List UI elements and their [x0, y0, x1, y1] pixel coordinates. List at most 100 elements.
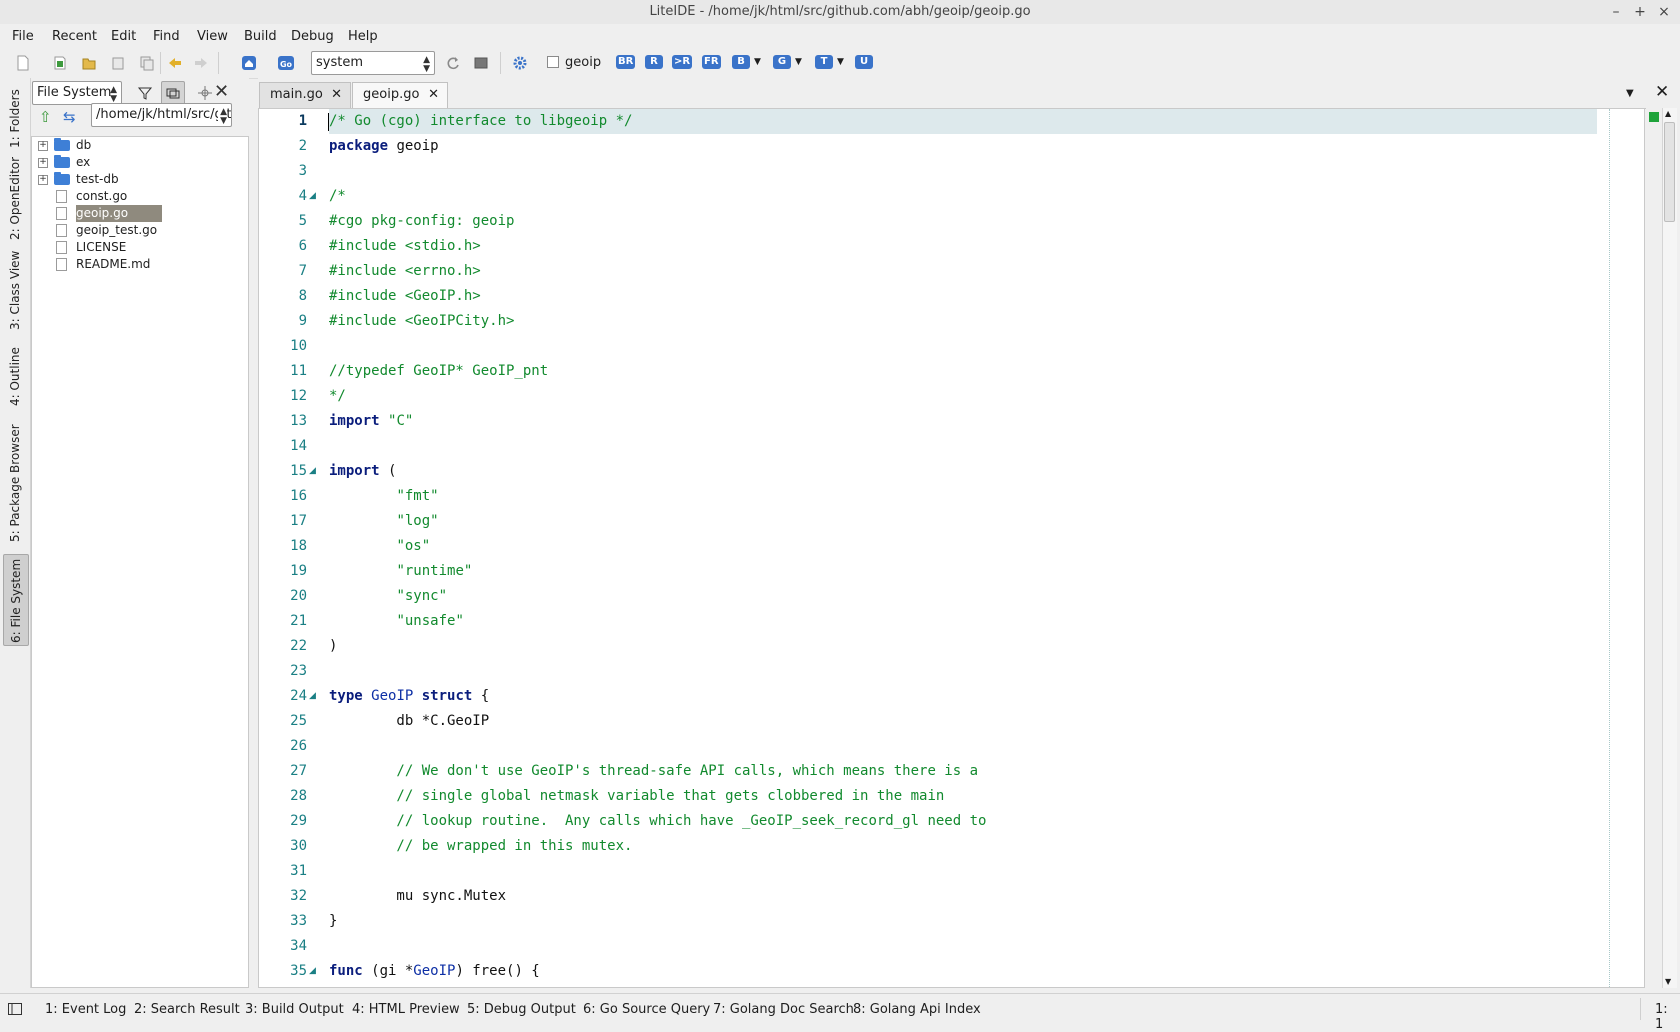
edit-env-icon[interactable] [472, 54, 490, 72]
code-line[interactable]: #include <GeoIPCity.h> [329, 309, 514, 334]
home-icon[interactable] [240, 54, 258, 72]
code-line[interactable]: // lookup routine. Any calls which have … [329, 809, 986, 834]
close-tab-icon[interactable]: ✕ [428, 83, 439, 107]
gear-icon[interactable] [511, 54, 529, 72]
change-dir-icon[interactable]: ⇆ [63, 108, 76, 126]
run-term-button[interactable]: >R [672, 55, 693, 69]
menu-help[interactable]: Help [348, 29, 378, 44]
code-line[interactable]: //typedef GeoIP* GeoIP_pnt [329, 359, 548, 384]
tree-item[interactable]: + test-db [32, 171, 250, 188]
menu-debug[interactable]: Debug [291, 29, 334, 44]
expand-icon[interactable]: + [38, 158, 48, 168]
tab-file-system[interactable]: 6: File System [3, 554, 29, 646]
tree-item[interactable]: README.md [32, 256, 250, 273]
get-dropdown-icon[interactable]: ▼ [795, 57, 802, 67]
build-dropdown-icon[interactable]: ▼ [754, 57, 761, 67]
close-window-button[interactable]: × [1655, 3, 1673, 21]
tree-item[interactable]: geoip.go [32, 205, 250, 222]
code-line[interactable]: "sync" [329, 584, 447, 609]
menu-file[interactable]: File [12, 29, 34, 44]
tab-class-view[interactable]: 3: Class View [3, 250, 27, 332]
tab-build-output[interactable]: 3: Build Output [245, 1002, 344, 1017]
menu-find[interactable]: Find [153, 29, 180, 44]
menu-edit[interactable]: Edit [111, 29, 136, 44]
code-line[interactable]: "unsafe" [329, 609, 463, 634]
new-project-icon[interactable] [51, 54, 69, 72]
file-run-button[interactable]: FR [702, 55, 721, 69]
go-up-icon[interactable]: ⇧ [39, 108, 52, 126]
back-arrow-icon[interactable] [166, 54, 184, 72]
tree-item[interactable]: + ex [32, 154, 250, 171]
code-line[interactable]: ) [329, 634, 337, 659]
tree-item[interactable]: + db [32, 137, 250, 154]
test-dropdown-icon[interactable]: ▼ [837, 57, 844, 67]
code-line[interactable]: */ [329, 384, 346, 409]
run-button[interactable]: R [645, 55, 663, 69]
fold-marker-icon[interactable]: ◢ [309, 466, 316, 476]
update-button[interactable]: U [855, 55, 873, 69]
fold-marker-icon[interactable]: ◢ [309, 691, 316, 701]
close-panel-icon[interactable]: ✕ [214, 81, 229, 102]
code-editor[interactable]: 1 2 3 4 ◢ 5 6 7 8 9 10 11 12 13 14 15 ◢ 16 17 18 19 20 21 22 23 2… [258, 108, 1645, 988]
minimize-button[interactable]: – [1607, 3, 1625, 21]
code-line[interactable]: mu sync.Mutex [329, 884, 506, 909]
code-line[interactable]: import "C" [329, 409, 413, 434]
code-line[interactable]: package geoip [329, 134, 439, 159]
open-folder-icon[interactable] [80, 54, 98, 72]
tab-golang-api-index[interactable]: 8: Golang Api Index [853, 1002, 981, 1017]
editor-scrollbar[interactable]: ▲ ▼ [1646, 108, 1680, 988]
fold-marker-icon[interactable]: ◢ [309, 191, 316, 201]
expand-icon[interactable]: + [38, 175, 48, 185]
path-select[interactable]: /home/jk/html/src/gitl ▲ ▼ [91, 103, 232, 127]
pin-icon[interactable] [197, 85, 213, 101]
close-editor-icon[interactable]: ✕ [1655, 82, 1669, 102]
panel-view-select[interactable]: File System ▲ ▼ [32, 81, 122, 105]
tab-outline[interactable]: 4: Outline [3, 340, 27, 408]
code-line[interactable]: db *C.GeoIP [329, 709, 489, 734]
menu-view[interactable]: View [197, 29, 228, 44]
tab-folders[interactable]: 1: Folders [3, 84, 27, 150]
tab-main-go[interactable]: main.go ✕ [259, 82, 351, 108]
code-line[interactable]: import ( [329, 459, 396, 484]
go-env-icon[interactable]: Go [277, 54, 295, 72]
tab-open-editor[interactable]: 2: OpenEditor [3, 157, 27, 242]
tree-item[interactable]: const.go [32, 188, 250, 205]
code-line[interactable]: "os" [329, 534, 430, 559]
tab-package-browser[interactable]: 5: Package Browser [3, 416, 27, 544]
forward-arrow-icon[interactable] [192, 54, 210, 72]
get-button[interactable]: G [773, 55, 791, 69]
filter-icon[interactable] [137, 85, 153, 101]
code-line[interactable]: type GeoIP struct { [329, 684, 489, 709]
menu-recent[interactable]: Recent [52, 29, 97, 44]
code-line[interactable]: // be wrapped in this mutex. [329, 834, 632, 859]
scroll-down-icon[interactable]: ▼ [1665, 977, 1671, 986]
tab-go-source-query[interactable]: 6: Go Source Query [583, 1002, 710, 1017]
tree-item[interactable]: LICENSE [32, 239, 250, 256]
code-line[interactable]: #include <stdio.h> [329, 234, 481, 259]
tab-event-log[interactable]: 1: Event Log [45, 1002, 126, 1017]
test-button[interactable]: T [815, 55, 833, 69]
code-line[interactable]: // single global netmask variable that g… [329, 784, 944, 809]
sync-editor-toggle[interactable] [161, 81, 185, 105]
expand-icon[interactable]: + [38, 141, 48, 151]
tab-search-result[interactable]: 2: Search Result [134, 1002, 240, 1017]
code-line[interactable]: } [329, 909, 337, 934]
code-line[interactable]: // We don't use GeoIP's thread-safe API … [329, 759, 978, 784]
code-line[interactable]: #include <errno.h> [329, 259, 481, 284]
refresh-icon[interactable] [444, 54, 462, 72]
maximize-button[interactable]: + [1631, 3, 1649, 21]
build-target-checkbox[interactable] [547, 56, 559, 68]
tab-list-dropdown-icon[interactable]: ▼ [1626, 88, 1634, 99]
code-line[interactable]: "runtime" [329, 559, 472, 584]
code-line[interactable]: /* Go (cgo) interface to libgeoip */ [329, 109, 1597, 134]
scroll-track[interactable]: ▲ ▼ [1662, 108, 1677, 988]
code-line[interactable]: #cgo pkg-config: geoip [329, 209, 514, 234]
save-icon[interactable] [109, 54, 127, 72]
env-select[interactable]: system ▲ ▼ [311, 51, 435, 75]
close-tab-icon[interactable]: ✕ [331, 83, 342, 107]
code-line[interactable]: #include <GeoIP.h> [329, 284, 481, 309]
fold-marker-icon[interactable]: ◢ [309, 966, 316, 976]
new-file-icon[interactable] [14, 54, 32, 72]
tab-golang-doc-search[interactable]: 7: Golang Doc Search [713, 1002, 854, 1017]
build-button[interactable]: B [732, 55, 750, 69]
